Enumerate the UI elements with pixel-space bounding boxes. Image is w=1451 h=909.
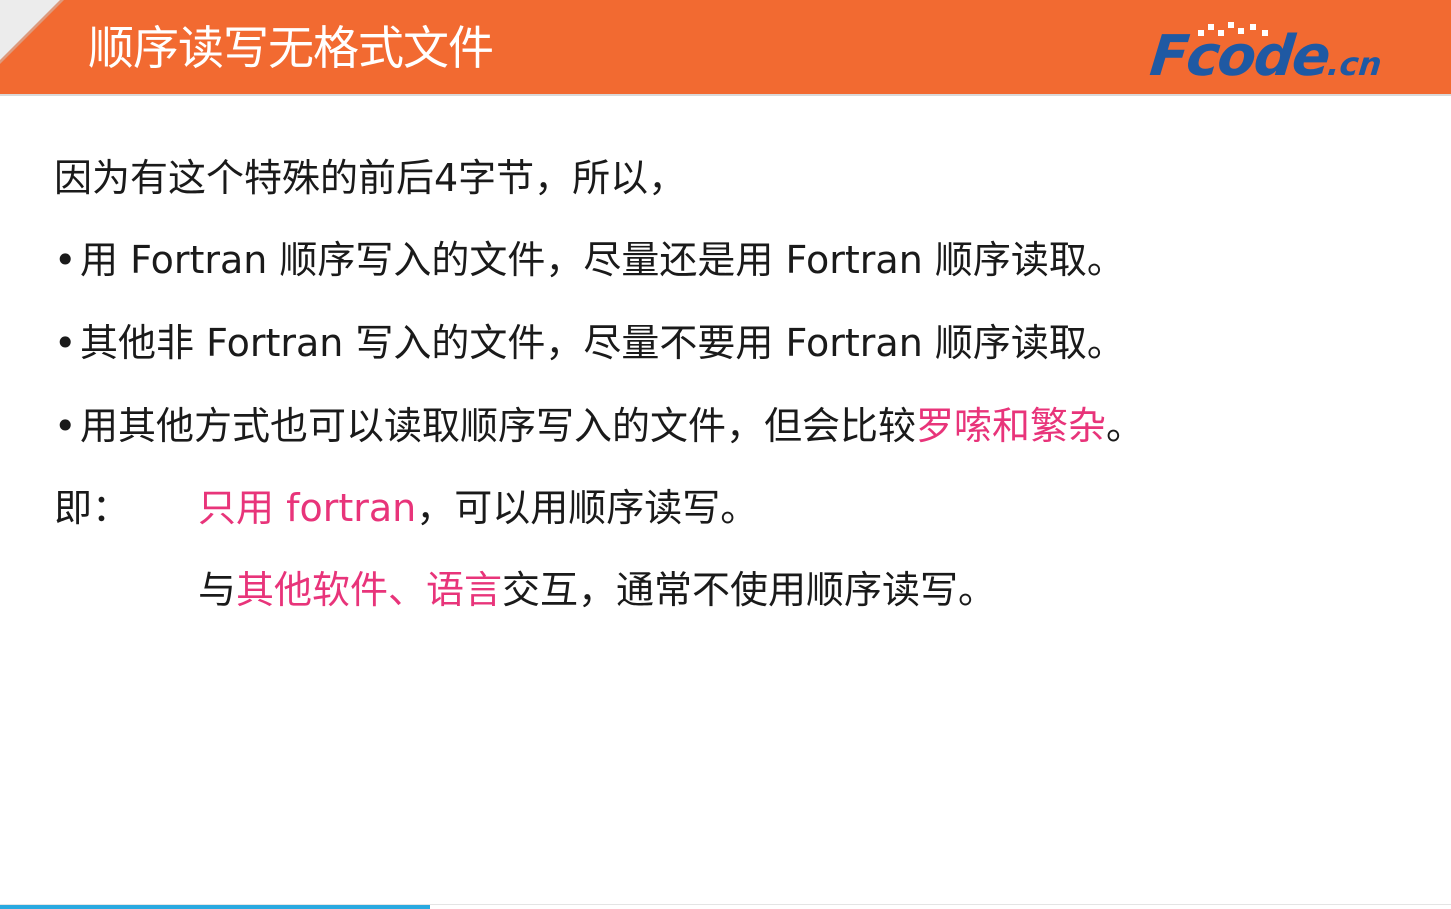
logo-suffix: .cn xyxy=(1325,45,1384,83)
summary-text: 与 xyxy=(198,568,237,612)
bullet-item: •用其他方式也可以读取顺序写入的文件，但会比较罗嗦和繁杂。 xyxy=(54,398,1144,454)
bullet-marker: • xyxy=(54,404,77,448)
fcode-logo: Fcode.cn xyxy=(1147,16,1442,90)
corner-fold xyxy=(0,0,60,60)
slide-header: 顺序读写无格式文件 Fcode.cn xyxy=(0,0,1451,96)
bullet-text: 其他非 Fortran 写入的文件，尽量不要用 Fortran 顺序读取。 xyxy=(80,321,1125,365)
highlight-text: 罗嗦和繁杂 xyxy=(916,404,1107,448)
bullet-marker: • xyxy=(54,321,77,365)
intro-text: 因为有这个特殊的前后4字节，所以， xyxy=(54,156,687,200)
slide: 顺序读写无格式文件 Fcode.cn 因为有这个特殊的前后4字节，所以， •用 … xyxy=(0,0,1451,909)
highlight-text: 只用 fortran xyxy=(198,486,417,530)
video-progress-bar xyxy=(0,905,430,909)
logo-text: Fcode.cn xyxy=(1146,24,1385,95)
highlight-text: 其他软件、语言 xyxy=(236,568,503,612)
summary-label: 即： xyxy=(54,486,131,530)
slide-title: 顺序读写无格式文件 xyxy=(88,21,494,75)
bullet-text: 用其他方式也可以读取顺序写入的文件，但会比较 xyxy=(80,404,917,448)
summary-line-1-body: 只用 fortran，可以用顺序读写。 xyxy=(198,480,758,536)
bullet-item: •用 Fortran 顺序写入的文件，尽量还是用 Fortran 顺序读取。 xyxy=(54,232,1125,288)
bullet-item: •其他非 Fortran 写入的文件，尽量不要用 Fortran 顺序读取。 xyxy=(54,315,1125,371)
bullet-text-end: 。 xyxy=(1106,404,1145,448)
summary-text: 交互，通常不使用顺序读写。 xyxy=(502,568,997,612)
summary-line-2: 与其他软件、语言交互，通常不使用顺序读写。 xyxy=(198,562,996,618)
summary-line-1: 即： 只用 fortran，可以用顺序读写。 xyxy=(54,480,1354,536)
bullet-text: 用 Fortran 顺序写入的文件，尽量还是用 Fortran 顺序读取。 xyxy=(80,238,1125,282)
summary-text: ，可以用顺序读写。 xyxy=(416,486,759,530)
bullet-marker: • xyxy=(54,238,77,282)
logo-main: Fcode xyxy=(1147,24,1332,89)
